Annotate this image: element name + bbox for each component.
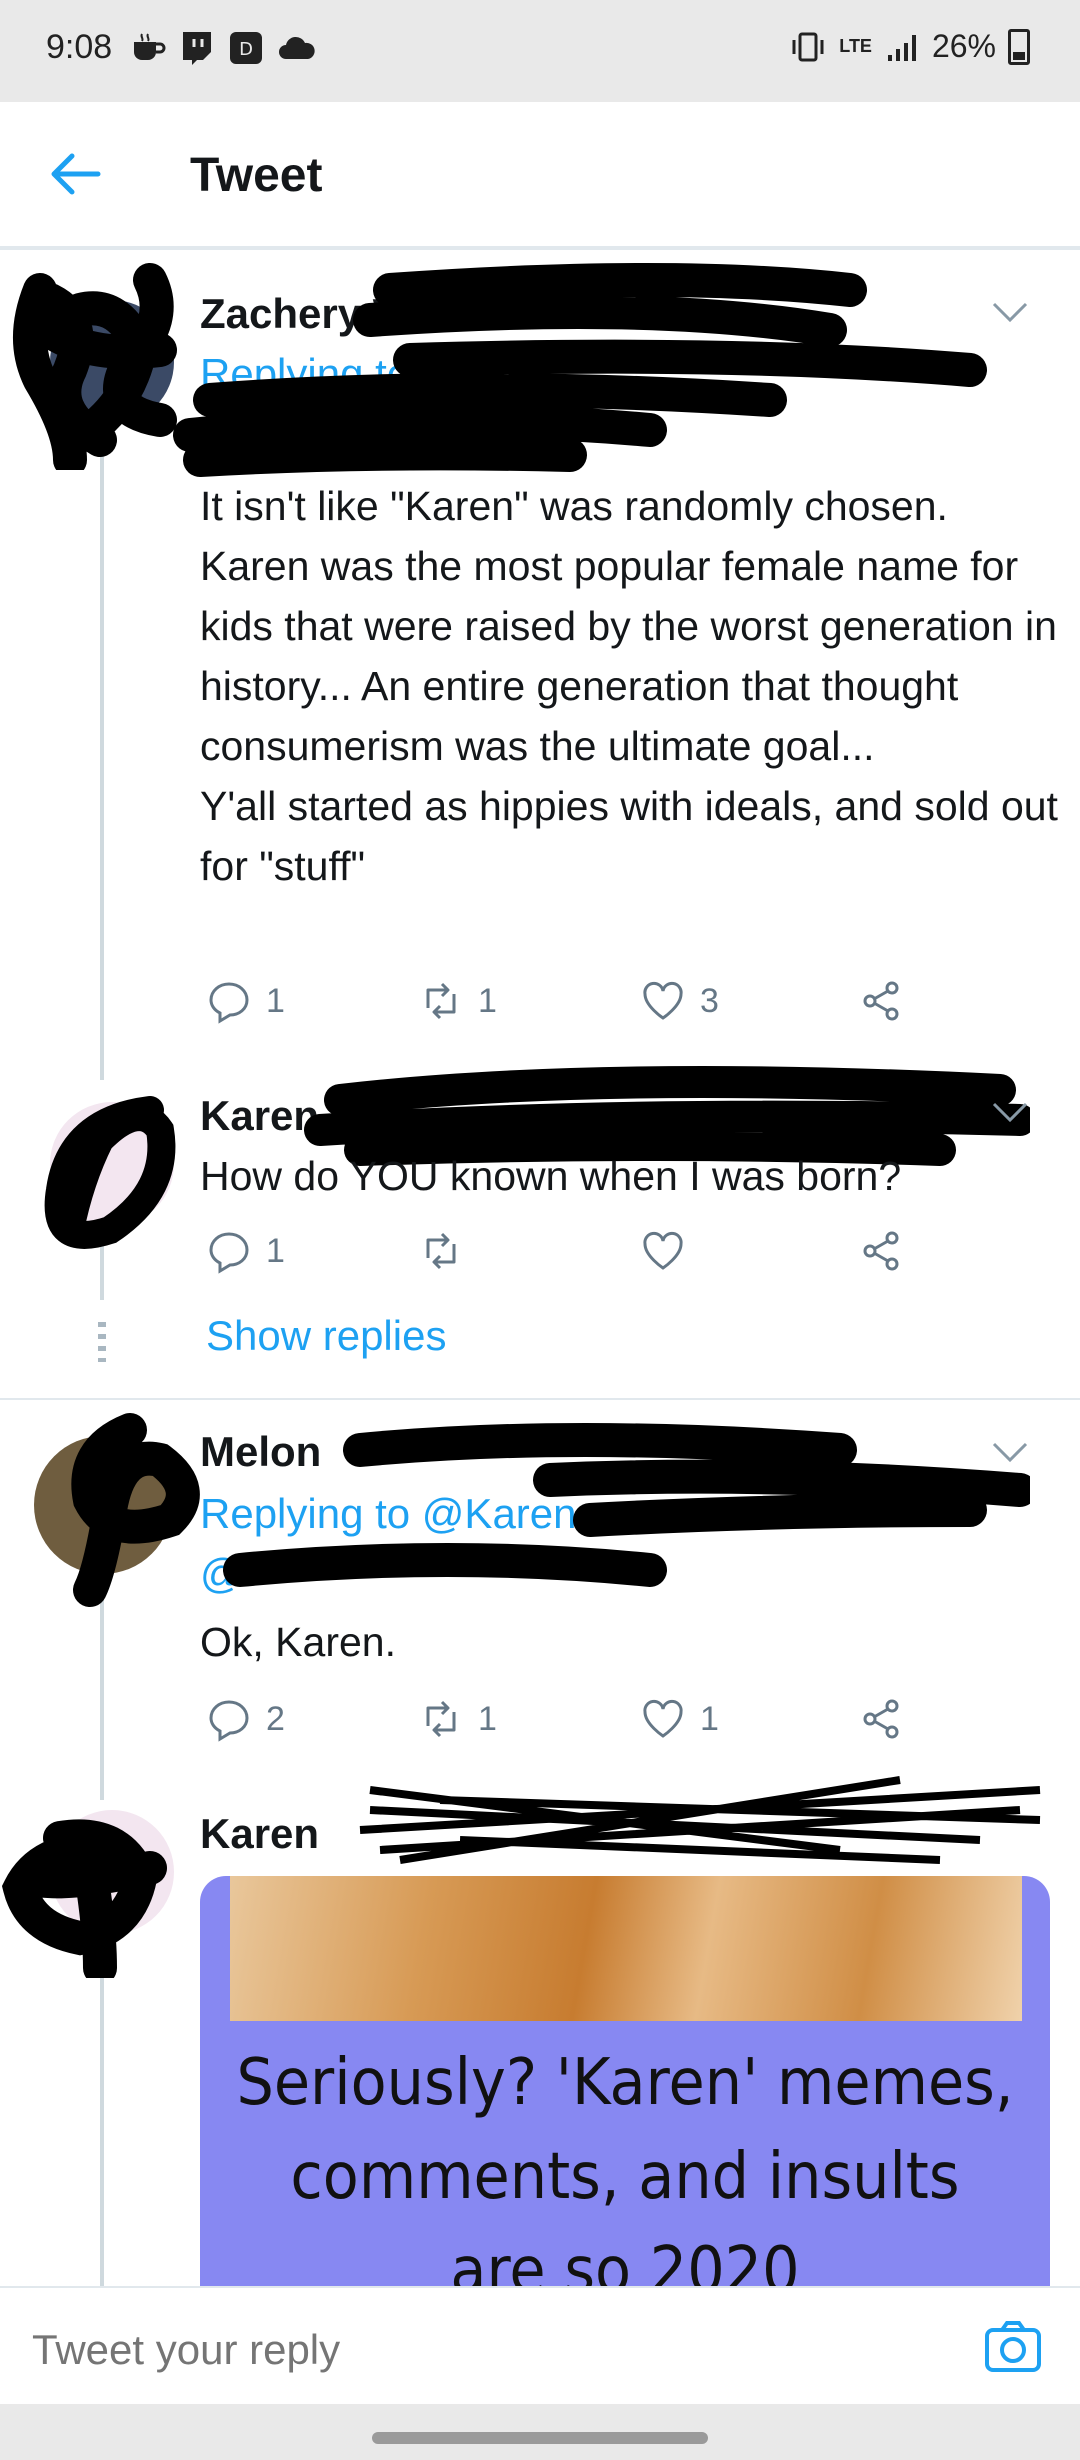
thread-connector (100, 1940, 104, 2290)
tweet-author-name[interactable]: Karen (200, 1092, 319, 1140)
status-bar: 9:08 D LTE 26% (0, 0, 1080, 102)
share-button[interactable] (858, 978, 904, 1024)
like-icon (643, 1231, 683, 1270)
battery-percent: 26% (931, 28, 996, 64)
status-time: 9:08 (46, 28, 113, 66)
like-icon (643, 1699, 683, 1738)
tweet-author-name[interactable]: Melon (200, 1428, 321, 1476)
tweet-text: Ok, Karen. (200, 1619, 396, 1665)
retweet-button[interactable]: 1 (418, 978, 497, 1024)
reply-bar (0, 2286, 1080, 2404)
share-icon (863, 1231, 899, 1271)
network-type: LTE (839, 36, 872, 56)
retweet-icon (426, 1700, 456, 1738)
share-button[interactable] (858, 1696, 904, 1742)
tweet-author-name[interactable]: Zachery W (200, 290, 412, 338)
tweet-text: How do YOU known when I was born? (200, 1153, 902, 1199)
like-count: 3 (700, 981, 719, 1020)
home-handle[interactable] (372, 2432, 708, 2444)
top-app-bar: Tweet (0, 102, 1080, 248)
share-icon (863, 1699, 899, 1739)
cat-photo (230, 1876, 1022, 2021)
reply-button[interactable]: 2 (206, 1696, 285, 1742)
divider (0, 1398, 1080, 1400)
redaction-scribble (359, 1776, 1041, 1864)
retweet-count: 1 (478, 981, 497, 1020)
thread-connector (100, 440, 104, 1080)
vibrate-icon (792, 32, 824, 61)
mention[interactable]: @ (200, 1550, 243, 1598)
retweet-icon (426, 982, 456, 1020)
disney-icon: D (230, 32, 262, 64)
retweet-icon (426, 1232, 456, 1270)
tweet-actions: 1 (200, 1228, 920, 1278)
cloud-icon (279, 36, 315, 59)
page-title: Tweet (190, 149, 323, 202)
retweet-button[interactable] (418, 1228, 478, 1274)
reply-count: 1 (266, 1231, 285, 1270)
like-icon (643, 981, 683, 1020)
tweet-actions: 2 1 1 (200, 1696, 920, 1746)
reply-icon (209, 982, 249, 1024)
media-caption: Seriously? 'Karen' memes, comments, and … (236, 2046, 1014, 2296)
tweet-author-name[interactable]: Karen (200, 1810, 319, 1858)
reply-button[interactable]: 1 (206, 978, 285, 1024)
show-replies-link[interactable]: Show replies (206, 1312, 446, 1360)
chevron-down-icon[interactable] (990, 1100, 1030, 1124)
battery-icon (1008, 28, 1030, 65)
like-button[interactable]: 1 (640, 1696, 719, 1742)
retweet-count: 1 (478, 1699, 497, 1738)
status-right: LTE 26% (789, 28, 1030, 65)
retweet-button[interactable]: 1 (418, 1696, 497, 1742)
reply-count: 2 (266, 1699, 285, 1738)
thread-dots (98, 1322, 106, 1362)
share-button[interactable] (858, 1228, 904, 1274)
tweet-actions: 1 1 3 (200, 978, 920, 1028)
share-icon (863, 981, 899, 1021)
avatar[interactable] (50, 1810, 174, 1934)
twitch-icon (183, 32, 211, 65)
reply-icon (209, 1232, 249, 1274)
system-nav-bar (0, 2404, 1080, 2460)
reply-button[interactable]: 1 (206, 1228, 285, 1274)
chevron-down-icon[interactable] (990, 1440, 1030, 1464)
like-count: 1 (700, 1699, 719, 1738)
svg-text:D: D (239, 39, 253, 60)
reply-input[interactable] (32, 2326, 832, 2374)
avatar[interactable] (50, 1102, 174, 1226)
avatar[interactable] (50, 300, 174, 424)
camera-icon[interactable] (982, 2316, 1044, 2378)
chevron-down-icon[interactable] (990, 300, 1030, 324)
reply-count: 1 (266, 981, 285, 1020)
thread-connector (100, 1560, 104, 1800)
replying-to[interactable]: Replying to @Karen (200, 1490, 577, 1538)
replying-to[interactable]: Replying to @ (200, 350, 464, 398)
reply-icon (209, 1700, 249, 1742)
like-button[interactable] (640, 1228, 700, 1274)
avatar[interactable] (34, 1436, 172, 1574)
signal-icon (887, 34, 916, 61)
tweet-text: It isn't like "Karen" was randomly chose… (200, 483, 1058, 889)
notification-icons: D (130, 30, 316, 66)
tweet-media-image[interactable]: Seriously? 'Karen' memes, comments, and … (200, 1876, 1050, 2296)
divider (0, 248, 1080, 250)
coffee-icon (134, 33, 166, 60)
like-button[interactable]: 3 (640, 978, 719, 1024)
back-arrow-icon[interactable] (44, 148, 104, 200)
